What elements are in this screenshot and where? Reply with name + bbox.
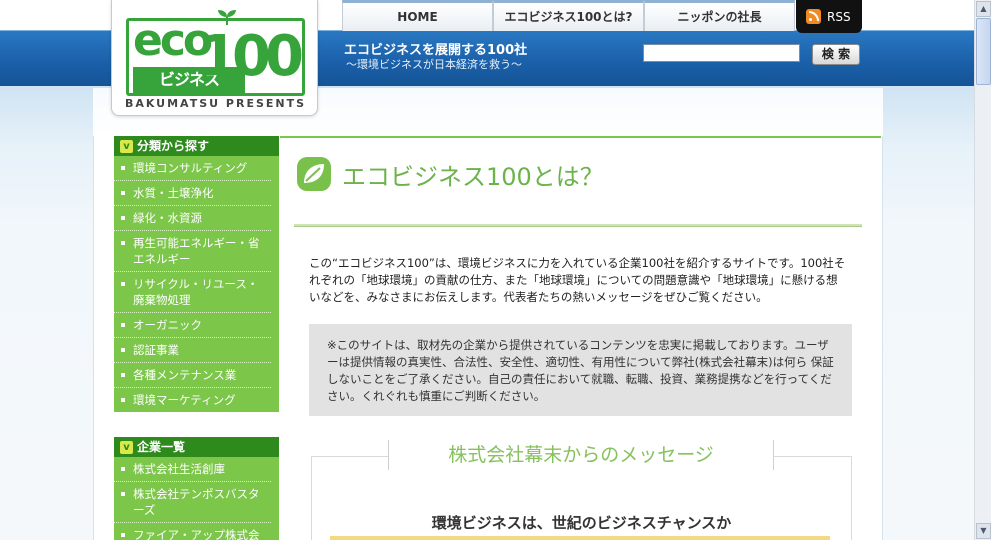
vertical-scrollbar[interactable]: ▲ ▼: [974, 0, 991, 540]
logo-number: 100: [199, 24, 304, 89]
sidebar-item-certification[interactable]: 認証事業: [114, 338, 271, 363]
company-heading: v 企業一覧: [114, 437, 279, 457]
rss-link[interactable]: RSS: [796, 0, 862, 33]
disclaimer-box: ※このサイトは、取材先の企業から提供されているコンテンツを忠実に掲載しております…: [309, 324, 852, 416]
nav-home[interactable]: HOME: [342, 0, 493, 31]
page-title-text: エコビジネス100とは？: [342, 162, 604, 191]
intro-text: この“エコビジネス100”は、環境ビジネスに力を入れている企業100社を紹介する…: [309, 256, 846, 304]
company-heading-label: 企業一覧: [137, 440, 186, 454]
scroll-thumb[interactable]: [976, 18, 991, 85]
search-input[interactable]: [643, 44, 800, 62]
search-button[interactable]: 検 索: [812, 44, 860, 65]
logo-box: eco ビジネス 100: [126, 10, 305, 96]
sidebar-item-greening[interactable]: 緑化・水資源: [114, 206, 271, 231]
sidebar-companies: v 企業一覧 株式会社生活創庫 株式会社テンポスバスターズ ファイア・アップ株式会…: [114, 437, 279, 540]
sidebar-categories: v 分類から探す 環境コンサルティング 水質・土壌浄化 緑化・水資源 再生可能エネ…: [114, 136, 279, 412]
message-underline: [330, 536, 830, 540]
message-subtitle: 環境ビジネスは、世紀のビジネスチャンスか: [431, 514, 732, 532]
site-logo[interactable]: eco ビジネス 100 BAKUMATSU PRESENTS: [111, 0, 318, 116]
logo-presents: BAKUMATSU PRESENTS: [124, 97, 307, 110]
page-title: エコビジネス100とは？: [296, 154, 604, 194]
nav-presidents[interactable]: ニッポンの社長: [644, 0, 795, 31]
company-list: 株式会社生活創庫 株式会社テンポスバスターズ ファイア・アップ株式会社: [114, 457, 279, 540]
title-divider: [294, 224, 862, 227]
scroll-up-icon[interactable]: ▲: [976, 1, 991, 17]
category-list: 環境コンサルティング 水質・土壌浄化 緑化・水資源 再生可能エネルギー・省エネル…: [114, 156, 279, 412]
check-icon: v: [120, 440, 133, 454]
message-title: 株式会社幕末からのメッセージ: [388, 440, 774, 470]
company-item[interactable]: 株式会社生活創庫: [114, 457, 271, 482]
check-icon: v: [120, 139, 133, 153]
sidebar-item-energy[interactable]: 再生可能エネルギー・省エネルギー: [114, 231, 271, 272]
sidebar-item-marketing[interactable]: 環境マーケティング: [114, 388, 271, 412]
sidebar-item-water-soil[interactable]: 水質・土壌浄化: [114, 181, 271, 206]
leaf-icon: [297, 157, 331, 191]
scroll-down-icon[interactable]: ▼: [976, 523, 991, 539]
sidebar-item-organic[interactable]: オーガニック: [114, 313, 271, 338]
company-item[interactable]: 株式会社テンポスバスターズ: [114, 482, 271, 523]
rss-label: RSS: [827, 9, 851, 24]
company-item[interactable]: ファイア・アップ株式会社: [114, 523, 271, 540]
nav-about[interactable]: エコビジネス100とは?: [493, 0, 644, 31]
rss-icon: [806, 9, 821, 24]
sidebar-item-recycle[interactable]: リサイクル・リユース・廃棄物処理: [114, 272, 271, 313]
sidebar-item-maintenance[interactable]: 各種メンテナンス業: [114, 363, 271, 388]
sidebar-item-consulting[interactable]: 環境コンサルティング: [114, 156, 271, 181]
top-nav: HOME エコビジネス100とは? ニッポンの社長: [342, 0, 795, 31]
tagline-sub: 〜環境ビジネスが日本経済を救う〜: [346, 58, 522, 71]
category-heading: v 分類から探す: [114, 136, 279, 156]
category-heading-label: 分類から探す: [137, 139, 210, 153]
